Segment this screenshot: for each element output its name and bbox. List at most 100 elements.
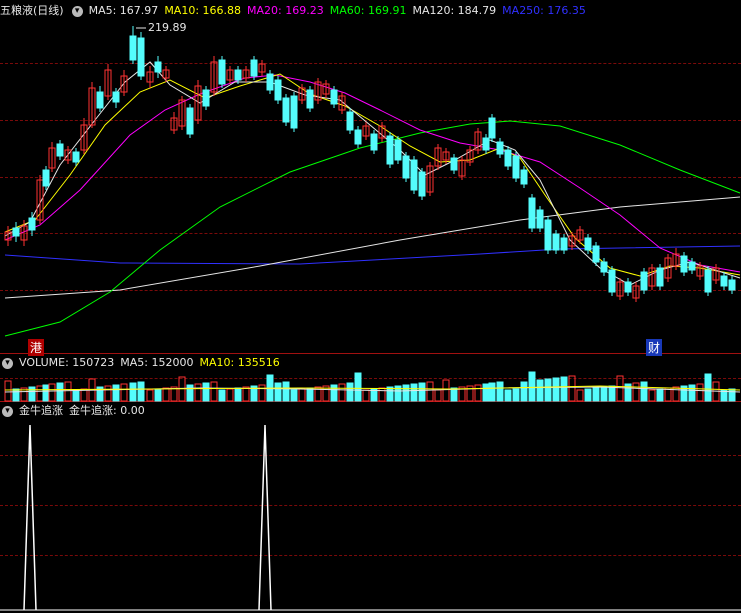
candle-body (410, 159, 418, 191)
candle-body (266, 73, 274, 91)
candle-body (250, 59, 258, 77)
volume-bar (632, 382, 640, 402)
volume-bar (600, 386, 608, 402)
volume-bar (4, 380, 12, 402)
candle-body (592, 245, 600, 263)
volume-bar (434, 389, 442, 402)
candle-body (720, 275, 728, 287)
peak-price-label: 219.89 (148, 21, 187, 34)
ma10-line (4, 73, 741, 277)
volume-bar (442, 379, 450, 402)
volume-bar (354, 372, 362, 402)
volume-bar (528, 371, 536, 402)
candle-body (640, 271, 648, 291)
volume-bar (137, 381, 145, 402)
volume-bar (592, 387, 600, 402)
candle-body (496, 141, 504, 155)
volume-bar (162, 387, 170, 402)
candle-body (154, 61, 162, 73)
event-marker-report[interactable]: 财 (646, 339, 663, 356)
ma250-line (4, 245, 741, 265)
event-marker-hk[interactable]: 港 (28, 339, 45, 356)
candle-body (96, 91, 104, 109)
candle-body (680, 255, 688, 273)
volume-bar (536, 379, 544, 402)
candle-body (28, 217, 36, 231)
candle-body (186, 107, 194, 135)
candle-body (728, 279, 736, 291)
volume-bar (330, 384, 338, 402)
volume-bar (64, 381, 72, 402)
candle-body (528, 197, 536, 229)
volume-bar (378, 387, 386, 402)
volume-bar (282, 381, 290, 402)
volume-bar (362, 389, 370, 402)
volume-bar (648, 389, 656, 402)
volume-bar (656, 388, 664, 402)
volume-bar (640, 381, 648, 402)
candle-body (330, 89, 338, 105)
volume-bar (568, 375, 576, 402)
volume-bar (42, 384, 50, 402)
kline-chart[interactable] (0, 0, 741, 613)
volume-bar (608, 385, 616, 402)
volume-bar (48, 383, 56, 402)
volume-bar (346, 382, 354, 402)
candle-body (12, 227, 20, 237)
candle-body (290, 95, 298, 129)
candle-body (688, 261, 696, 271)
volume-bar (728, 388, 736, 402)
volume-bar (186, 384, 194, 402)
volume-bar (552, 377, 560, 402)
volume-bar (146, 389, 154, 402)
candle-body (656, 267, 664, 287)
candle-body (512, 155, 520, 179)
volume-bar (28, 386, 36, 402)
candle-body (608, 269, 616, 293)
candle-body (129, 35, 137, 61)
candle-body (504, 149, 512, 167)
candle-body (137, 37, 145, 77)
candle-body (402, 155, 410, 179)
volume-bar (616, 375, 624, 402)
volume-bar (688, 384, 696, 402)
candle-body (112, 91, 120, 103)
volume-bar (488, 382, 496, 402)
candle-body (370, 133, 378, 151)
volume-bar (418, 382, 426, 402)
indicator-spike (23, 424, 37, 611)
volume-bar (218, 389, 226, 402)
volume-bar (36, 385, 44, 402)
volume-bar (72, 389, 80, 402)
volume-bar (290, 389, 298, 402)
volume-bar (576, 389, 584, 402)
volume-bar (584, 388, 592, 402)
candle-body (600, 261, 608, 273)
indicator-spike (258, 424, 272, 611)
volume-bar (426, 381, 434, 402)
candle-body (552, 233, 560, 251)
volume-bar (104, 385, 112, 402)
volume-bar (298, 388, 306, 402)
candle-body (488, 117, 496, 139)
ma60-line (4, 120, 741, 337)
volume-bar (338, 383, 346, 402)
volume-bar (520, 381, 528, 402)
volume-bar (672, 386, 680, 402)
volume-bar (120, 383, 128, 402)
volume-bar (129, 382, 137, 402)
candle-body (354, 129, 362, 145)
volume-bar (202, 382, 210, 402)
volume-bar (450, 387, 458, 402)
candle-body (394, 139, 402, 161)
candle-body (218, 59, 226, 85)
volume-bar (496, 381, 504, 402)
candle-body (386, 135, 394, 165)
volume-bar (306, 387, 314, 402)
volume-bar (112, 384, 120, 402)
volume-bar (242, 386, 250, 402)
volume-bar (210, 381, 218, 402)
volume-bar (154, 388, 162, 402)
volume-bar (410, 383, 418, 402)
candle-body (56, 143, 64, 157)
